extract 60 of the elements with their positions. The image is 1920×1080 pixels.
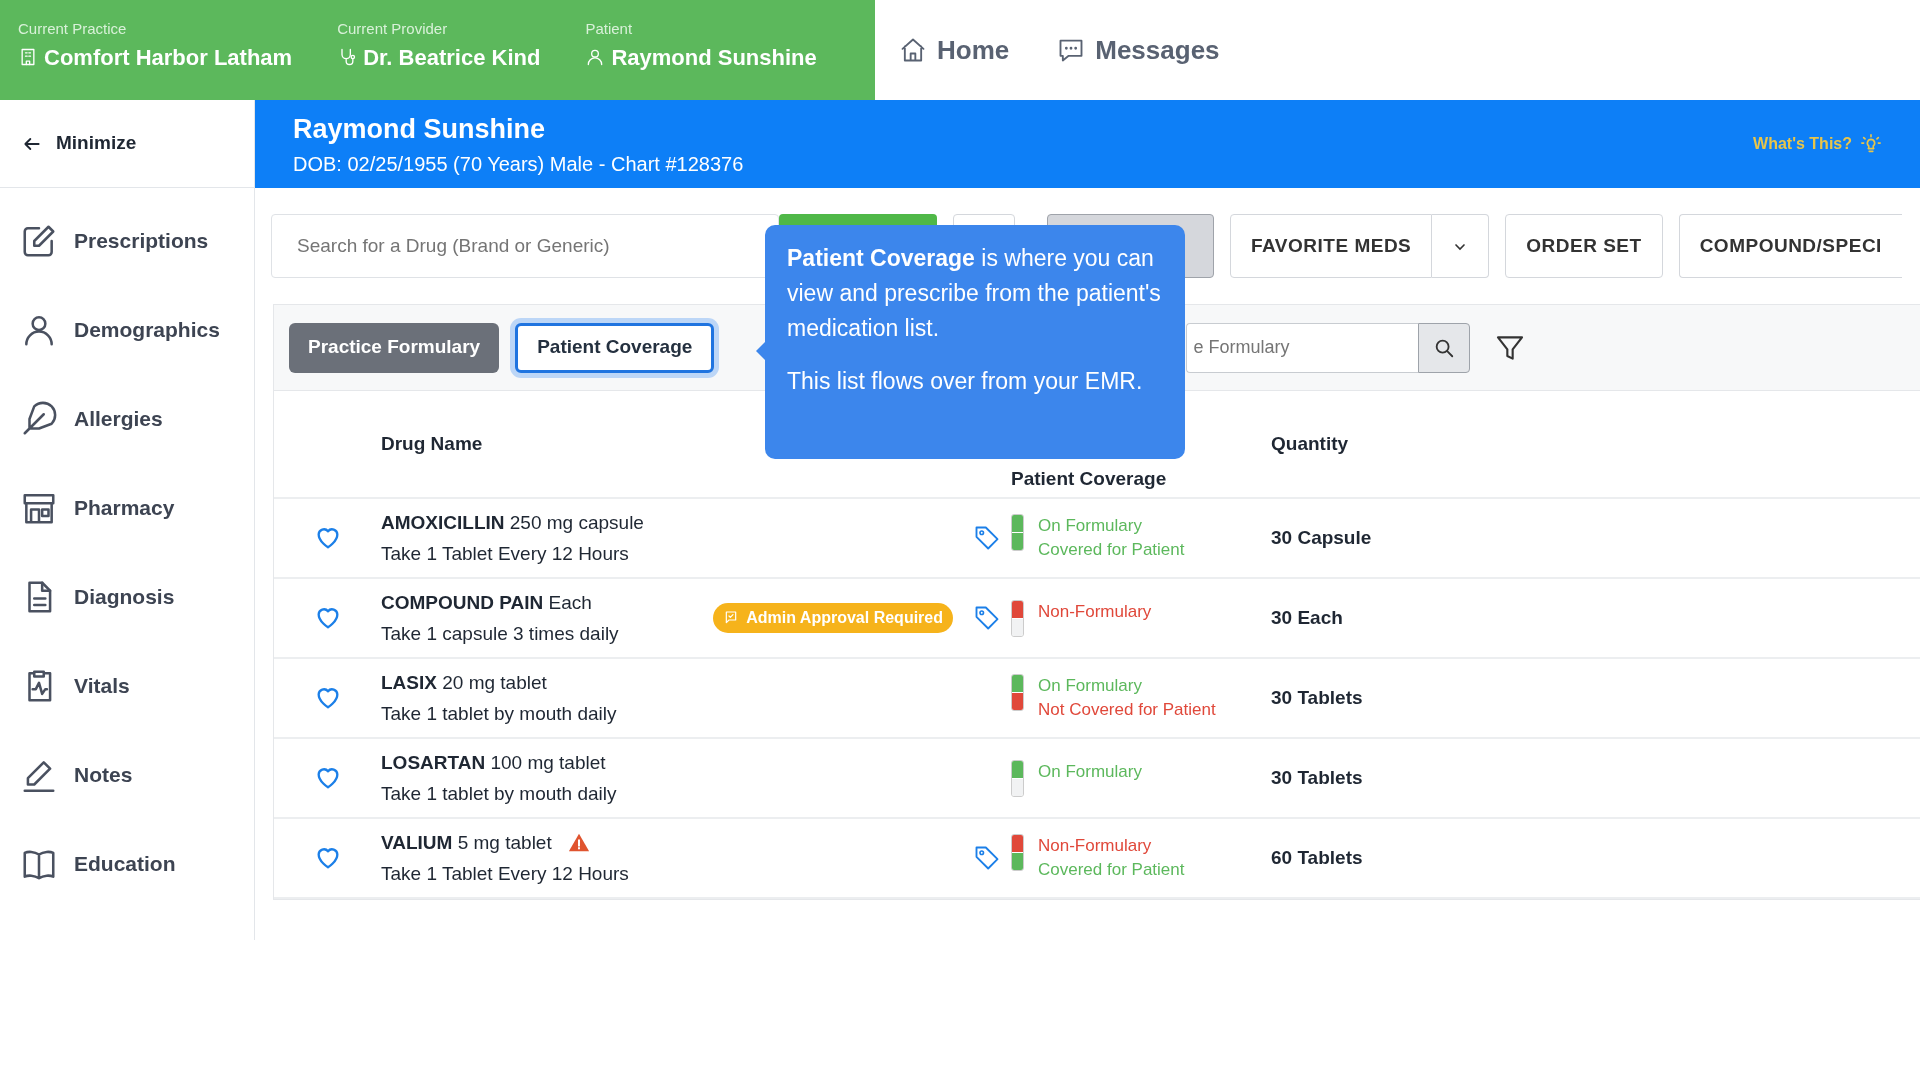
nav-link[interactable]: Messages xyxy=(1057,30,1220,70)
tag-icon[interactable] xyxy=(973,604,1001,632)
coverage-status: On Formulary xyxy=(1038,675,1143,697)
coverage-status: On Formulary xyxy=(1038,760,1142,783)
field-label: Current Practice xyxy=(18,19,128,39)
quantity: 30 Capsule xyxy=(1271,526,1372,548)
patient-name: Raymond Sunshine xyxy=(293,112,547,146)
toolbar-button[interactable]: COMPOUND/SPECI xyxy=(1678,214,1902,278)
column-header: Patient Coverage xyxy=(1011,466,1167,491)
toolbar-button[interactable]: FAVORITE MEDS xyxy=(1230,214,1433,278)
sidebar-item[interactable]: Prescriptions xyxy=(0,196,254,285)
patient-details: DOB: 02/25/1955 (70 Years) Male - Chart #128376 xyxy=(293,152,744,178)
sidebar-item[interactable]: Pharmacy xyxy=(0,463,254,552)
tooltip-pointer xyxy=(756,342,765,360)
column-header: Quantity xyxy=(1271,432,1349,454)
minimize-link[interactable]: Minimize xyxy=(56,129,137,158)
quantity: 30 Tablets xyxy=(1271,766,1363,788)
drug-name: VALIUM 5 mg tablet xyxy=(381,831,552,855)
home-icon xyxy=(899,36,927,64)
lightbulb-icon xyxy=(1860,133,1882,155)
sidebar-item[interactable]: Diagnosis xyxy=(0,552,254,641)
tag-icon[interactable] xyxy=(973,524,1001,552)
quantity: 30 Each xyxy=(1271,606,1343,628)
drug-instructions: Take 1 Tablet Every 12 Hours xyxy=(381,542,630,566)
coverage-status: Covered for Patient xyxy=(1038,859,1185,881)
field-value: Dr. Beatrice Kind xyxy=(363,43,541,72)
field-label: Patient xyxy=(585,19,634,39)
sidebar-item[interactable]: Vitals xyxy=(0,641,254,730)
drug-instructions: Take 1 tablet by mouth daily xyxy=(381,782,618,806)
search-button[interactable] xyxy=(1418,322,1471,373)
search-field[interactable]: Search for a Drug (Brand or Generic) xyxy=(271,214,779,278)
tooltip: Patient Coverage is where you can view and prescribe from the patient's medication list. This list flows over from your EMR. xyxy=(765,225,1185,459)
field-label: Current Provider xyxy=(337,19,449,39)
toolbar-button[interactable]: ORDER SET xyxy=(1505,214,1663,278)
drug-name: AMOXICILLIN 250 mg capsule xyxy=(381,511,644,535)
sidebar-item[interactable]: Education xyxy=(0,819,254,908)
tab[interactable]: Practice Formulary xyxy=(289,322,500,373)
coverage-status: Covered for Patient xyxy=(1038,539,1185,561)
column-header: Drug Name xyxy=(381,432,483,454)
nav-link[interactable]: Home xyxy=(899,30,1010,70)
quantity: 60 Tablets xyxy=(1271,846,1363,868)
quantity: 30 Tablets xyxy=(1271,686,1363,708)
drug-instructions: Take 1 capsule 3 times daily xyxy=(381,622,620,646)
drug-name: LASIX 20 mg tablet xyxy=(381,671,547,695)
drug-instructions: Take 1 Tablet Every 12 Hours xyxy=(381,862,630,886)
drug-instructions: Take 1 tablet by mouth daily xyxy=(381,702,618,726)
coverage-status: Non-Formulary xyxy=(1038,835,1153,857)
sidebar-item[interactable]: Allergies xyxy=(0,374,254,463)
sidebar-item[interactable]: Demographics xyxy=(0,285,254,374)
coverage-status: On Formulary xyxy=(1038,515,1143,537)
approval-badge: Admin Approval Required xyxy=(713,603,953,633)
sidebar-item[interactable]: Notes xyxy=(0,730,254,819)
formulary-search-field[interactable]: e Formulary xyxy=(1186,322,1419,373)
drug-name: LOSARTAN 100 mg tablet xyxy=(381,751,606,775)
field-value: Comfort Harbor Latham xyxy=(44,43,293,72)
coverage-status: Not Covered for Patient xyxy=(1038,699,1216,721)
coverage-status: Non-Formulary xyxy=(1038,600,1152,623)
tag-icon[interactable] xyxy=(973,844,1001,872)
field-value: Raymond Sunshine xyxy=(611,43,817,72)
drug-name: COMPOUND PAIN Each xyxy=(381,591,592,615)
